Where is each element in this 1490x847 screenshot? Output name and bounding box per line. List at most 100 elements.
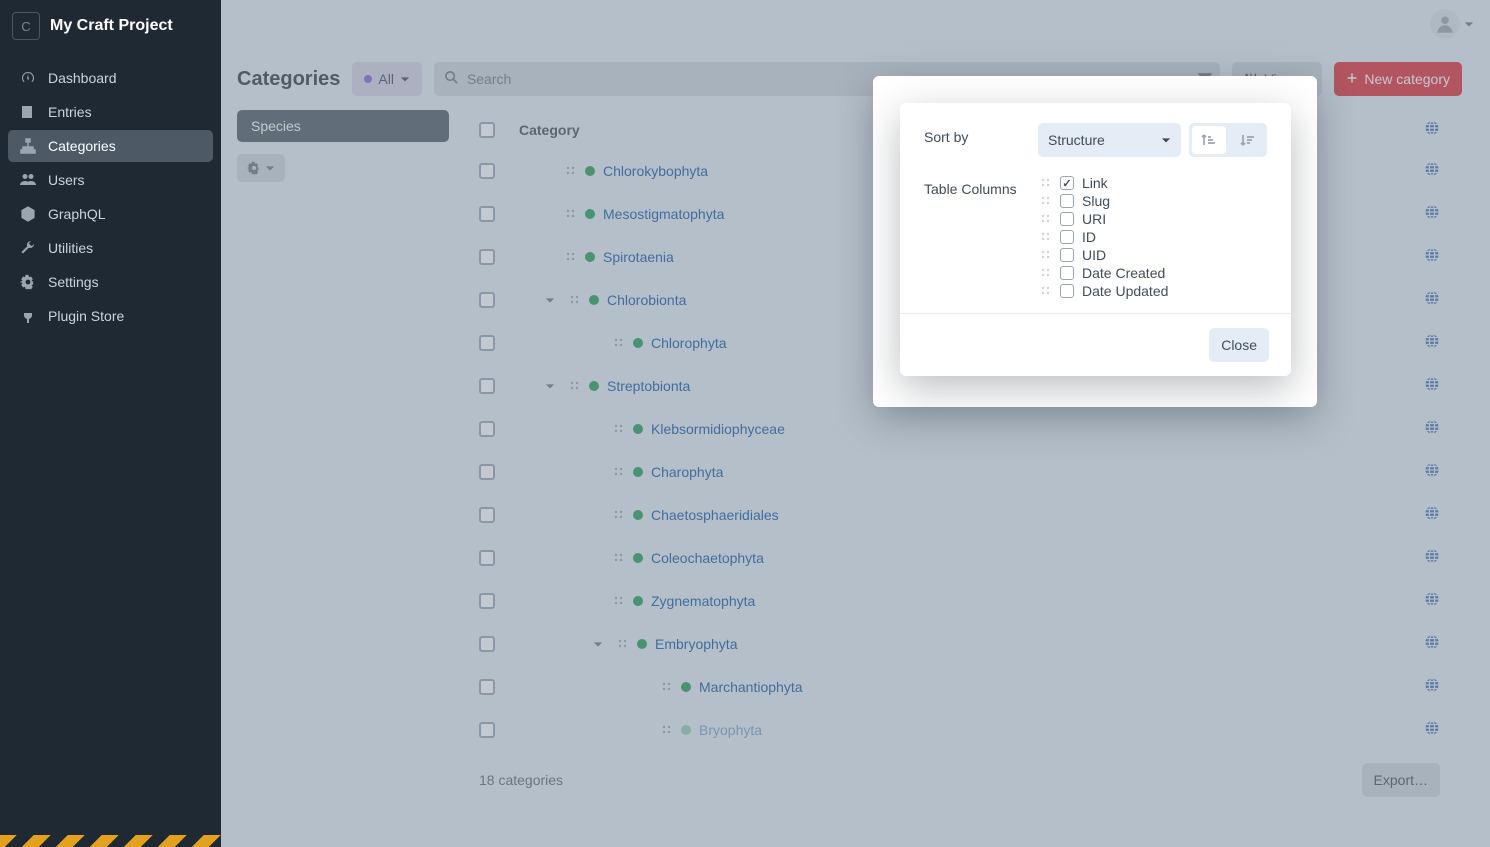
row-checkbox[interactable] — [479, 722, 495, 738]
drag-handle-icon[interactable] — [611, 464, 625, 480]
drag-handle-icon[interactable] — [563, 249, 577, 265]
row-checkbox[interactable] — [479, 550, 495, 566]
app-title[interactable]: My Craft Project — [50, 17, 173, 35]
user-avatar[interactable] — [1430, 9, 1460, 39]
column-option-uid[interactable]: UID — [1038, 247, 1168, 263]
row-checkbox[interactable] — [479, 636, 495, 652]
sidebar-item-plugin-store[interactable]: Plugin Store — [8, 300, 213, 332]
source-species[interactable]: Species — [237, 110, 449, 142]
link-icon[interactable] — [1424, 677, 1440, 696]
category-title-link[interactable]: Chlorobionta — [607, 292, 686, 308]
link-icon[interactable] — [1424, 720, 1440, 739]
sort-by-select[interactable]: Structure — [1038, 123, 1181, 157]
expand-toggle[interactable] — [545, 378, 559, 394]
column-checkbox[interactable] — [1060, 248, 1074, 262]
drag-handle-icon[interactable] — [611, 507, 625, 523]
link-icon[interactable] — [1424, 419, 1440, 438]
close-button[interactable]: Close — [1209, 328, 1269, 362]
sidebar-item-settings[interactable]: Settings — [8, 266, 213, 298]
sidebar-item-users[interactable]: Users — [8, 164, 213, 196]
category-title-link[interactable]: Chaetosphaeridiales — [651, 507, 779, 523]
drag-handle-icon[interactable] — [1038, 229, 1052, 245]
category-title-link[interactable]: Bryophyta — [699, 722, 762, 738]
drag-handle-icon[interactable] — [1038, 211, 1052, 227]
row-checkbox[interactable] — [479, 507, 495, 523]
drag-handle-icon[interactable] — [615, 636, 629, 652]
row-checkbox[interactable] — [479, 464, 495, 480]
source-filter-all-button[interactable]: All — [352, 62, 422, 96]
column-checkbox[interactable] — [1060, 212, 1074, 226]
column-option-slug[interactable]: Slug — [1038, 193, 1168, 209]
category-title-link[interactable]: Klebsormidiophyceae — [651, 421, 785, 437]
row-checkbox[interactable] — [479, 378, 495, 394]
link-icon[interactable] — [1424, 376, 1440, 395]
sidebar-item-graphql[interactable]: GraphQL — [8, 198, 213, 230]
category-title-link[interactable]: Embryophyta — [655, 636, 737, 652]
category-title-link[interactable]: Marchantiophyta — [699, 679, 803, 695]
column-option-date-updated[interactable]: Date Updated — [1038, 283, 1168, 299]
drag-handle-icon[interactable] — [1038, 283, 1052, 299]
drag-handle-icon[interactable] — [1038, 265, 1052, 281]
column-checkbox[interactable] — [1060, 284, 1074, 298]
link-icon[interactable] — [1424, 462, 1440, 481]
link-icon[interactable] — [1424, 634, 1440, 653]
column-option-date-created[interactable]: Date Created — [1038, 265, 1168, 281]
drag-handle-icon[interactable] — [563, 206, 577, 222]
column-option-id[interactable]: ID — [1038, 229, 1168, 245]
category-title-link[interactable]: Mesostigmatophyta — [603, 206, 724, 222]
column-checkbox[interactable] — [1060, 230, 1074, 244]
row-checkbox[interactable] — [479, 335, 495, 351]
sidebar-item-dashboard[interactable]: Dashboard — [8, 62, 213, 94]
row-checkbox[interactable] — [479, 593, 495, 609]
drag-handle-icon[interactable] — [1038, 193, 1052, 209]
column-option-uri[interactable]: URI — [1038, 211, 1168, 227]
drag-handle-icon[interactable] — [611, 550, 625, 566]
category-title-link[interactable]: Chlorokybophyta — [603, 163, 708, 179]
column-checkbox[interactable] — [1060, 194, 1074, 208]
sources-settings-button[interactable] — [237, 154, 285, 182]
column-checkbox[interactable] — [1060, 266, 1074, 280]
app-logo[interactable]: C — [12, 12, 40, 40]
drag-handle-icon[interactable] — [611, 335, 625, 351]
link-icon[interactable] — [1424, 591, 1440, 610]
row-checkbox[interactable] — [479, 679, 495, 695]
user-menu-chevron-icon[interactable] — [1464, 16, 1474, 32]
link-icon[interactable] — [1424, 333, 1440, 352]
column-checkbox[interactable] — [1060, 176, 1074, 190]
link-icon[interactable] — [1424, 204, 1440, 223]
new-category-button[interactable]: New category — [1334, 62, 1462, 96]
drag-handle-icon[interactable] — [1038, 175, 1052, 191]
row-checkbox[interactable] — [479, 163, 495, 179]
expand-toggle[interactable] — [593, 636, 607, 652]
row-checkbox[interactable] — [479, 292, 495, 308]
drag-handle-icon[interactable] — [659, 722, 673, 738]
category-title-link[interactable]: Chlorophyta — [651, 335, 727, 351]
drag-handle-icon[interactable] — [659, 679, 673, 695]
column-option-link[interactable]: Link — [1038, 175, 1168, 191]
drag-handle-icon[interactable] — [567, 292, 581, 308]
row-checkbox[interactable] — [479, 249, 495, 265]
link-icon[interactable] — [1424, 548, 1440, 567]
drag-handle-icon[interactable] — [611, 593, 625, 609]
sidebar-item-utilities[interactable]: Utilities — [8, 232, 213, 264]
sort-asc-button[interactable] — [1191, 125, 1227, 155]
row-checkbox[interactable] — [479, 206, 495, 222]
sidebar-item-categories[interactable]: Categories — [8, 130, 213, 162]
category-title-link[interactable]: Charophyta — [651, 464, 723, 480]
drag-handle-icon[interactable] — [567, 378, 581, 394]
link-icon[interactable] — [1424, 505, 1440, 524]
category-title-link[interactable]: Streptobionta — [607, 378, 690, 394]
select-all-checkbox[interactable] — [479, 122, 495, 138]
link-icon[interactable] — [1424, 161, 1440, 180]
export-button[interactable]: Export… — [1362, 763, 1440, 797]
row-checkbox[interactable] — [479, 421, 495, 437]
link-icon[interactable] — [1424, 290, 1440, 309]
drag-handle-icon[interactable] — [611, 421, 625, 437]
drag-handle-icon[interactable] — [1038, 247, 1052, 263]
link-icon[interactable] — [1424, 247, 1440, 266]
category-title-link[interactable]: Spirotaenia — [603, 249, 674, 265]
sort-desc-button[interactable] — [1229, 123, 1267, 157]
category-title-link[interactable]: Coleochaetophyta — [651, 550, 764, 566]
category-title-link[interactable]: Zygnematophyta — [651, 593, 755, 609]
drag-handle-icon[interactable] — [563, 163, 577, 179]
